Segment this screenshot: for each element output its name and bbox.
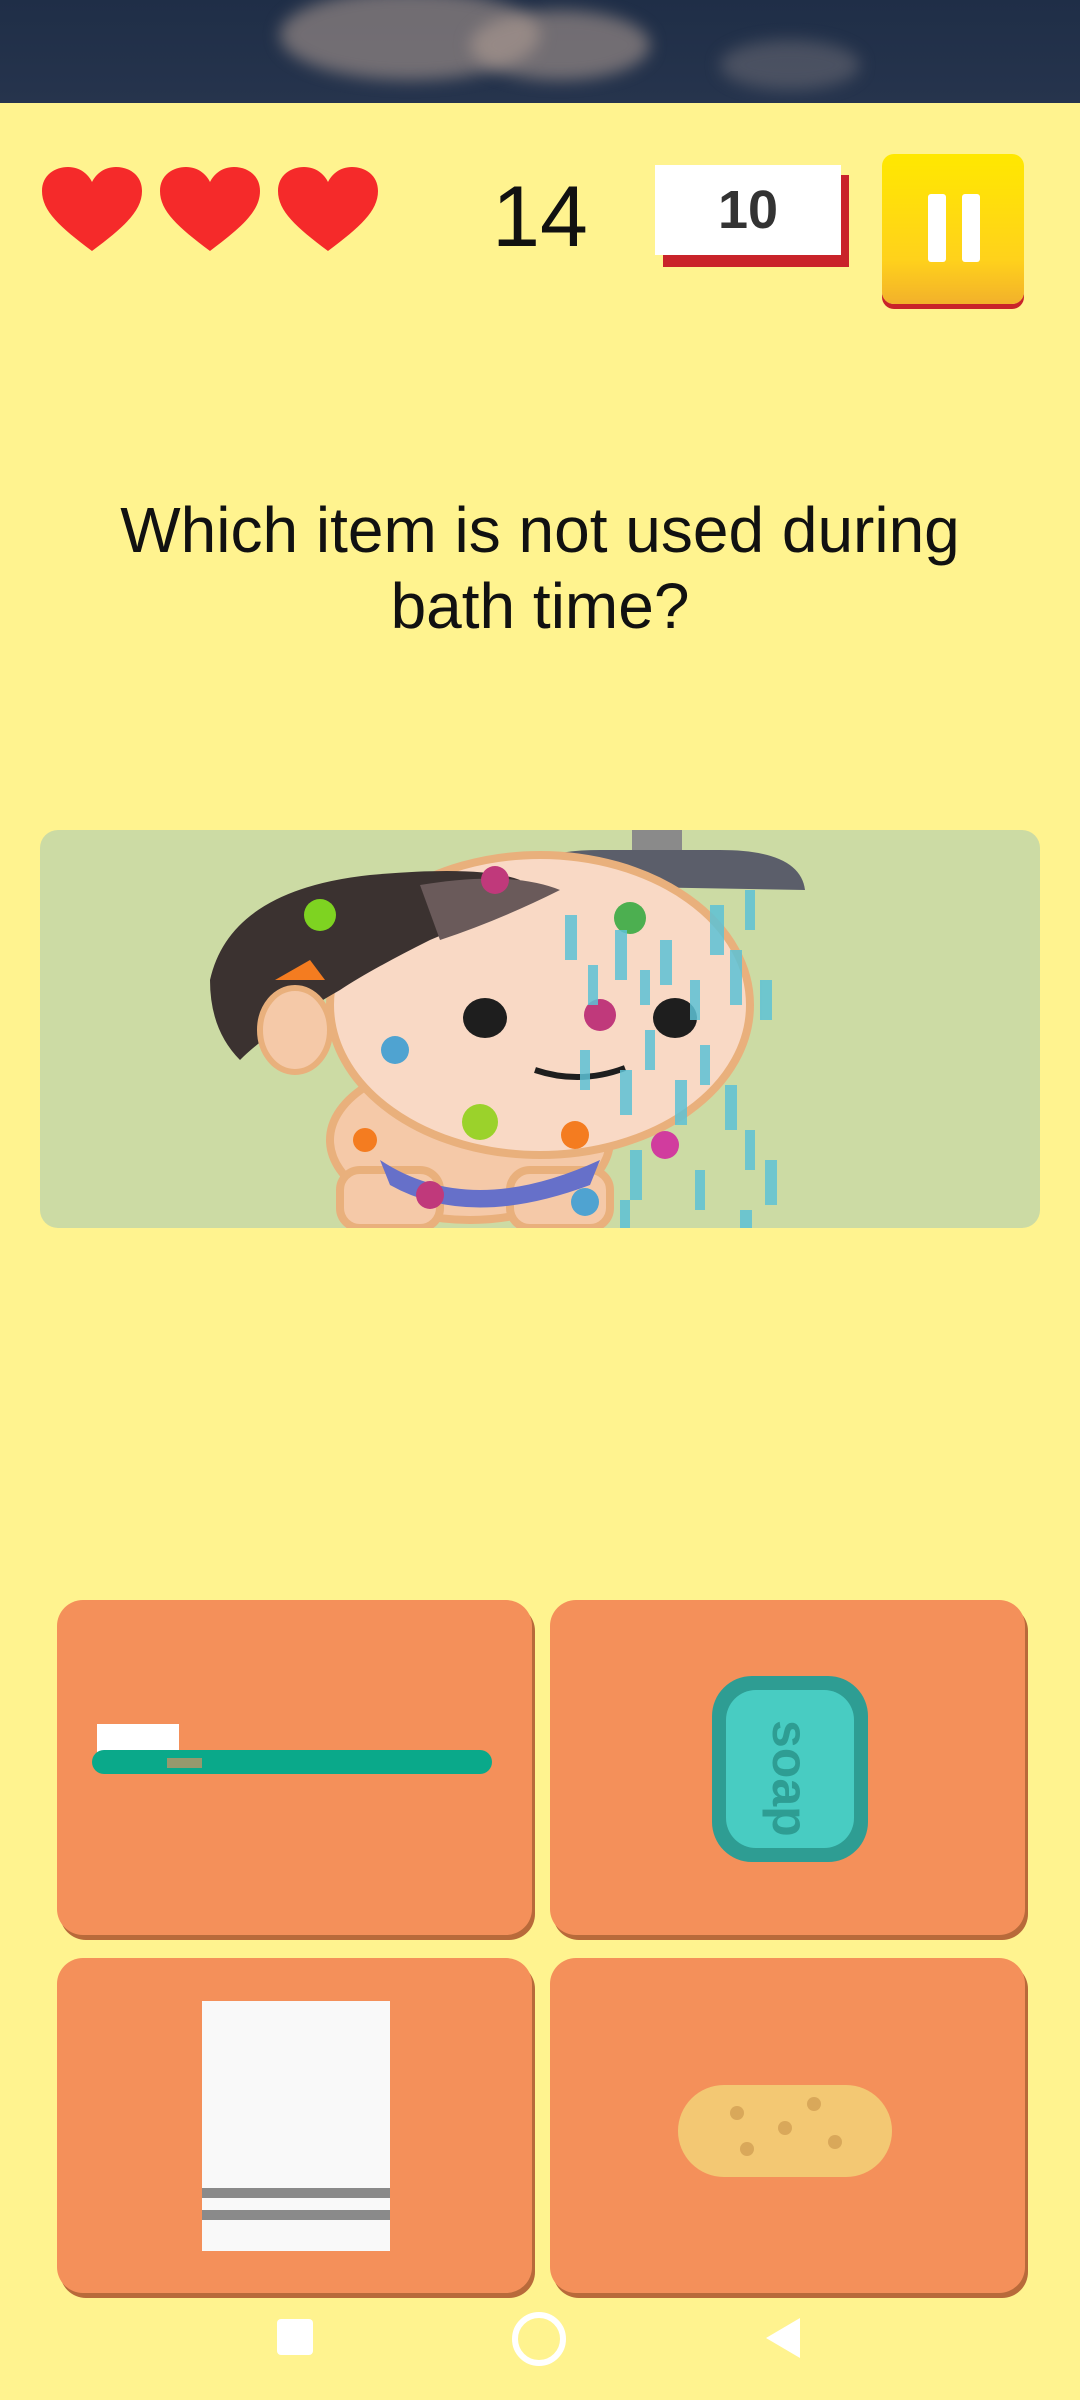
pause-button[interactable]: [882, 154, 1024, 304]
question-text: Which item is not used during bath time?: [120, 494, 960, 642]
home-circle-icon[interactable]: [510, 2310, 568, 2368]
heart-icon: [160, 167, 260, 251]
recents-square-icon[interactable]: [275, 2317, 315, 2357]
soap-label: soap: [762, 1720, 818, 1837]
heart-icon: [278, 167, 378, 251]
towel-icon: [202, 2001, 390, 2251]
answer-soap-button[interactable]: soap: [550, 1600, 1025, 1935]
answer-towel-button[interactable]: [57, 1958, 532, 2293]
score-counter: 14: [492, 169, 588, 265]
answer-toothbrush-button[interactable]: [57, 1600, 532, 1935]
boy-showering-illustration: [40, 830, 1040, 1228]
sky-header-background: [0, 0, 1080, 103]
system-navigation-bar: [0, 2290, 1080, 2400]
back-triangle-icon[interactable]: [760, 2314, 806, 2362]
countdown-timer: 10: [655, 165, 849, 267]
timer-value: 10: [655, 165, 841, 255]
pause-icon: [962, 194, 980, 262]
lives-display: [40, 165, 390, 255]
pause-icon: [928, 194, 946, 262]
sponge-icon: [678, 2085, 892, 2177]
toothbrush-icon: [92, 1724, 492, 1774]
answer-sponge-button[interactable]: [550, 1958, 1025, 2293]
heart-icon: [42, 167, 142, 251]
